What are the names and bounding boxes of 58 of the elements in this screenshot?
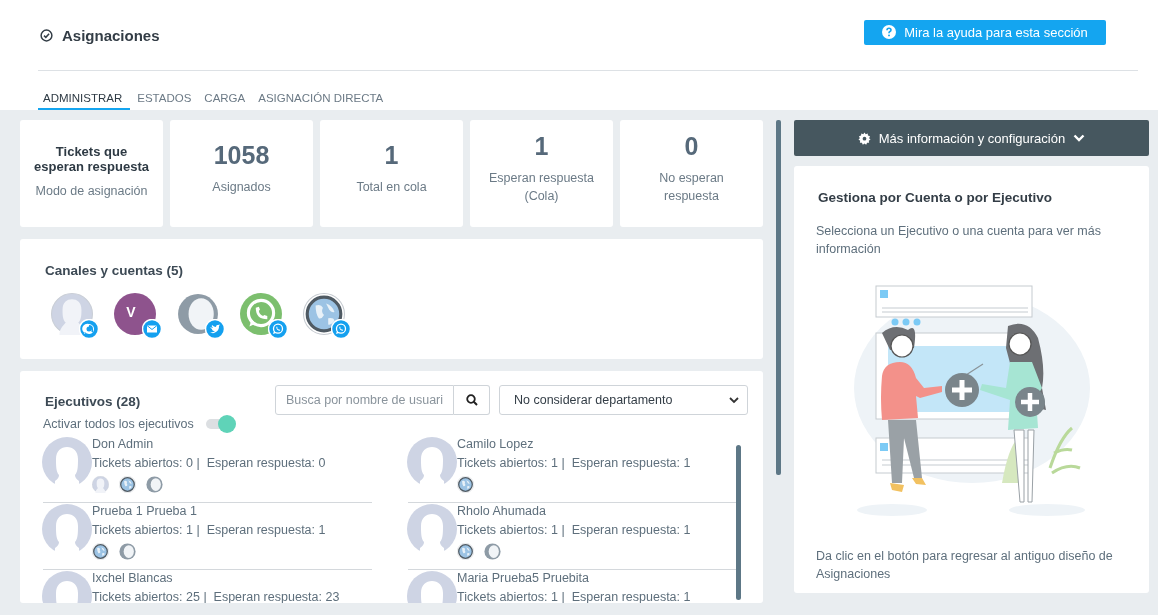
ticket-counts: Tickets abiertos: 0 | Esperan respuesta: 0	[92, 456, 326, 471]
ticket-counts: Tickets abiertos: 1 | Esperan respuesta: 1	[92, 523, 326, 538]
tab[interactable]: ASIGNACIÓN DIRECTA	[253, 92, 392, 110]
ticket-counts: Tickets abiertos: 25 | Esperan respuesta: 23	[92, 590, 340, 603]
stat-label: Total en cola	[356, 179, 427, 196]
phone-bubble-icon	[331, 319, 351, 339]
executive-name[interactable]: Maria Prueba5 Pruebita	[457, 571, 691, 586]
panel-text: Da clic en el botón para regresar al antiguo diseño de Asignaciones	[816, 548, 1114, 583]
gear-icon	[857, 131, 871, 145]
envelope-icon	[142, 319, 162, 339]
department-dropdown[interactable]: No considerar departamento	[499, 385, 748, 415]
executive-name[interactable]: Ixchel Blancas	[92, 571, 340, 586]
section-title: Canales y cuentas (5)	[45, 263, 185, 278]
question-icon	[882, 25, 897, 39]
globe-avatar-icon	[457, 543, 474, 560]
tab[interactable]: ESTADOS	[132, 92, 200, 110]
stat-label: Asignados	[212, 179, 271, 196]
search-field[interactable]: Busca por nombre de usuari	[275, 385, 454, 415]
bird-icon	[205, 319, 225, 339]
ticket-counts: Tickets abiertos: 1 | Esperan respuesta: 1	[457, 523, 691, 538]
executive-name[interactable]: Rholo Ahumada	[457, 504, 691, 519]
stat-value: 1	[534, 132, 549, 161]
scrollbar-thumb[interactable]	[776, 120, 781, 475]
ring-avatar-icon	[484, 543, 501, 560]
globe-avatar-icon	[92, 543, 109, 560]
stat-label: Modo de asignación	[35, 182, 148, 200]
panel-title: Gestiona por Cuenta o por Ejecutivo	[817, 190, 1054, 205]
panel-text: Selecciona un Ejecutivo o una cuenta para ver más información	[816, 223, 1102, 258]
ring-avatar-icon	[146, 476, 163, 493]
search-icon	[465, 394, 478, 406]
chevron-down-icon	[729, 396, 739, 404]
stat-label: Esperan respuesta (Cola)	[488, 170, 595, 205]
page-title: Asignaciones	[62, 26, 160, 44]
executive-name[interactable]: Camilo Lopez	[457, 437, 691, 452]
chat-bubble-icon	[79, 319, 99, 339]
chevron-down-icon	[1073, 134, 1086, 142]
tab[interactable]: CARGA	[199, 92, 254, 110]
user-avatar-icon	[407, 437, 457, 487]
stat-value: 0	[684, 132, 699, 161]
globe-avatar-icon	[457, 476, 474, 493]
tab[interactable]: ADMINISTRAR	[38, 92, 131, 110]
assignment-mode-value: Tickets que esperan respuesta	[33, 143, 150, 174]
check-circle-icon	[40, 28, 53, 42]
ticket-counts: Tickets abiertos: 1 | Esperan respuesta: 1	[457, 456, 691, 471]
config-button[interactable]: Más información y configuración	[794, 120, 1149, 156]
search-button[interactable]	[454, 385, 490, 415]
toggle-label: Activar todos los ejecutivos	[43, 417, 194, 431]
scrollbar-thumb[interactable]	[736, 445, 741, 600]
ticket-counts: Tickets abiertos: 1 | Esperan respuesta: 1	[457, 590, 691, 603]
stat-value: 1	[384, 141, 399, 170]
phone-bubble-icon	[268, 319, 288, 339]
section-title: Ejecutivos (28)	[44, 392, 142, 409]
executive-name[interactable]: Prueba 1 Prueba 1	[92, 504, 326, 519]
stat-label: No esperan respuesta	[658, 170, 725, 205]
globe-avatar-icon	[119, 476, 136, 493]
ring-avatar-icon	[119, 543, 136, 560]
executive-name[interactable]: Don Admin	[92, 437, 326, 452]
stat-value: 1058	[213, 141, 270, 170]
